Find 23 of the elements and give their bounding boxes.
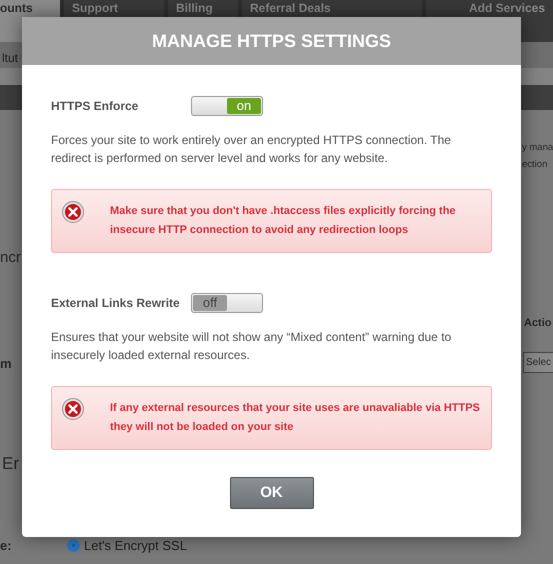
breadcrumb-text: ltut	[2, 51, 18, 65]
description-text: Ensures that your website will not show any “Mixed content” warning due to insecurely loaded external resources.	[51, 329, 452, 364]
modal-title: MANAGE HTTPS SETTINGS	[22, 17, 521, 65]
setting-label: External Links Rewrite	[51, 295, 181, 312]
description-text: y mana	[521, 141, 553, 155]
section-heading: Er	[1, 453, 20, 475]
warning-text: Make sure that you don't have .htaccess files explicitly forcing the insecure HTTP connection to avoid any redirection loops	[109, 204, 457, 238]
error-icon	[62, 398, 84, 420]
ok-button[interactable]: OK	[230, 477, 314, 509]
table-cell-text: m	[0, 354, 13, 372]
description-text: ection	[521, 158, 548, 172]
toggle-switch[interactable]: off	[191, 293, 263, 313]
toggle-switch[interactable]: on	[191, 96, 263, 116]
field-label: e:	[0, 536, 13, 554]
radio-label: Let's Encrypt SSL	[84, 536, 187, 555]
error-icon	[62, 201, 84, 223]
column-header: Actio	[523, 316, 552, 331]
description-text: Forces your site to work entirely over an encrypted HTTPS connection. The redirect is performed on server level and works for any website.	[51, 132, 452, 167]
section-heading: ncr	[0, 248, 22, 268]
setting-label: HTTPS Enforce	[51, 98, 140, 115]
select-dropdown[interactable]: Selec	[523, 352, 553, 372]
warning-text: If any external resources that your site uses are unavaliable via HTTPS they will not be loaded on your site	[109, 401, 481, 435]
radio-button[interactable]	[67, 538, 80, 552]
